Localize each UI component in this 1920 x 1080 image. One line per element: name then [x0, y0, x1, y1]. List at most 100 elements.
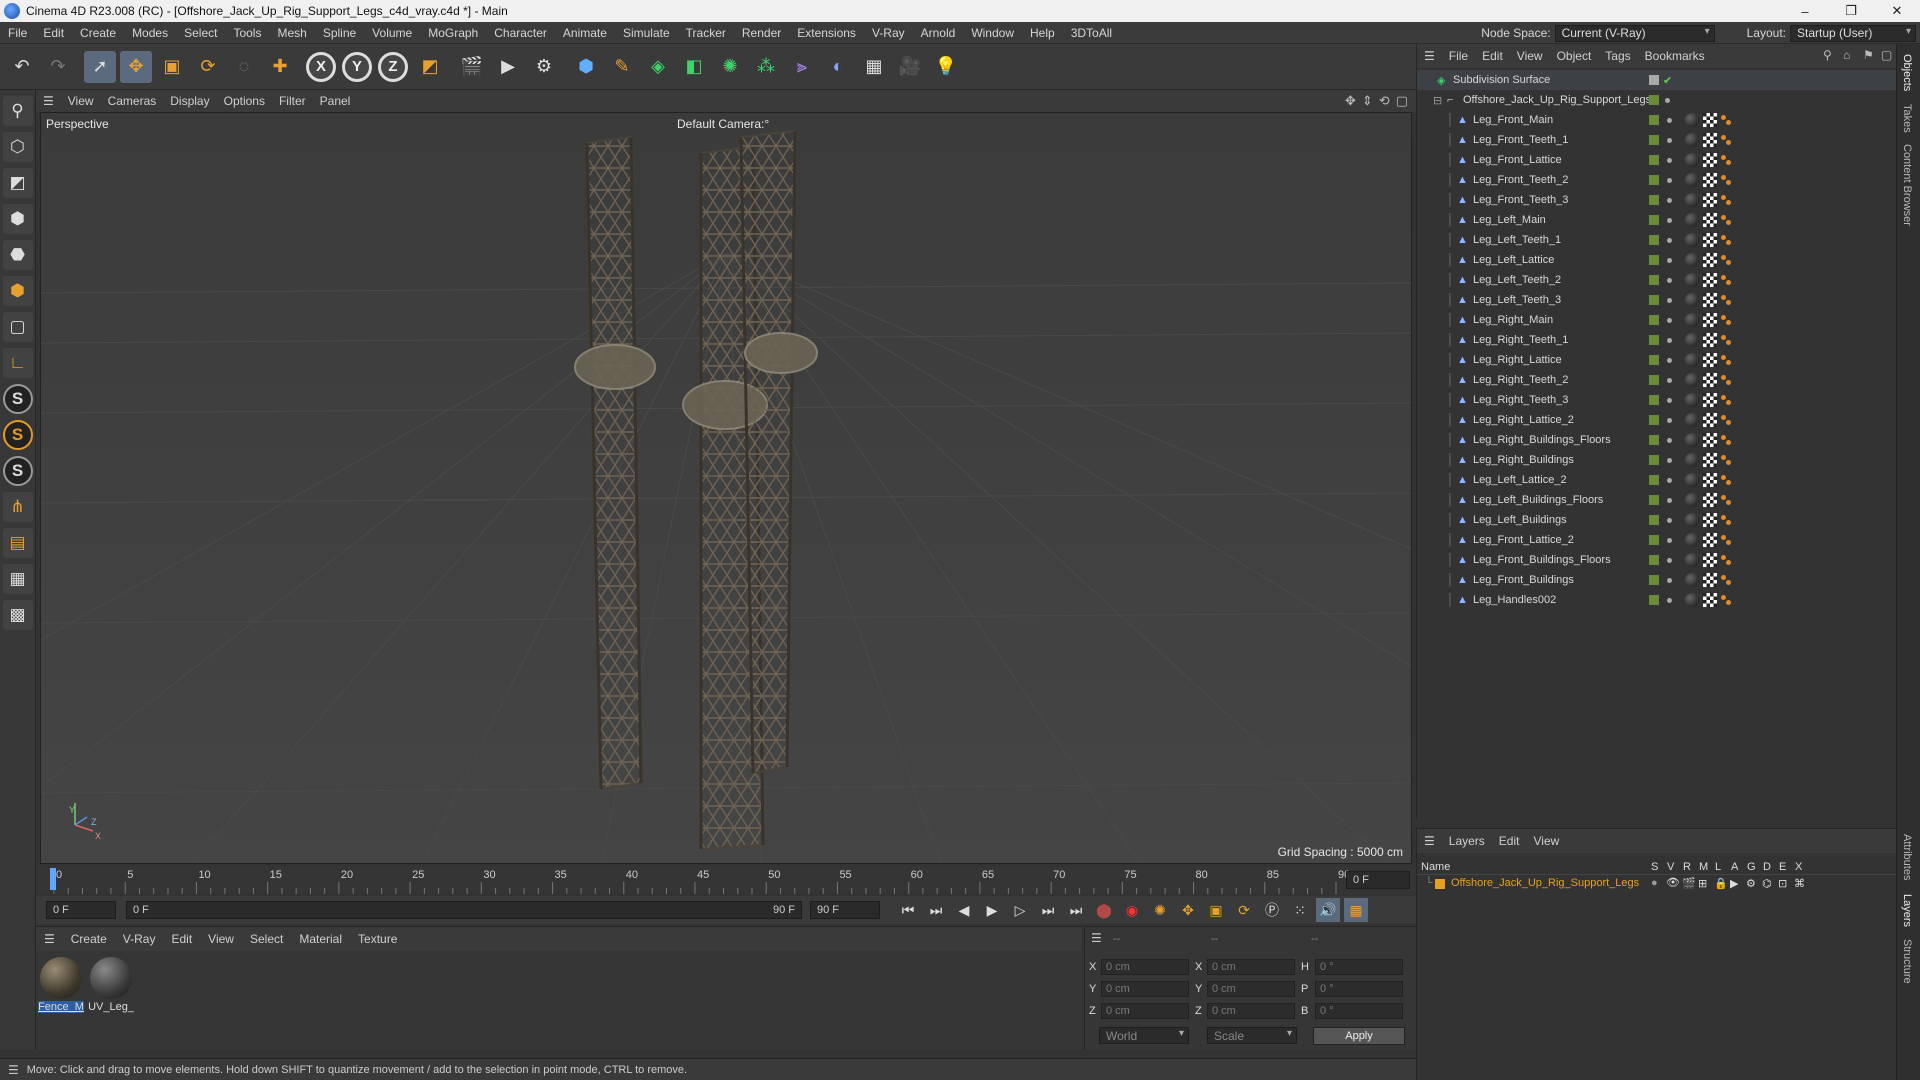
- vray-tag-icon[interactable]: [1721, 555, 1731, 565]
- rotate-tool-icon[interactable]: ⟳: [192, 51, 224, 83]
- workplane-icon[interactable]: ▤: [2, 528, 33, 558]
- menu-spline[interactable]: Spline: [315, 26, 364, 40]
- tab-content-browser[interactable]: Content Browser: [1901, 144, 1913, 226]
- menu-3dtoall[interactable]: 3DToAll: [1063, 26, 1120, 40]
- go-to-next-key-icon[interactable]: ⏭: [1036, 898, 1060, 922]
- vray-tag-icon[interactable]: [1721, 155, 1731, 165]
- vray-tag-icon[interactable]: [1721, 595, 1731, 605]
- layout-dropdown[interactable]: Startup (User): [1790, 24, 1916, 42]
- vray-tag-icon[interactable]: [1721, 215, 1731, 225]
- menu-volume[interactable]: Volume: [364, 26, 420, 40]
- vray-tag-icon[interactable]: [1721, 455, 1731, 465]
- uvw-tag-icon[interactable]: [1703, 553, 1717, 567]
- viewport-hamburger-icon[interactable]: ☰: [36, 94, 61, 108]
- start-frame-field[interactable]: 0 F: [46, 901, 116, 919]
- layer-solo-icon[interactable]: ●: [1651, 877, 1658, 889]
- material-tag-icon[interactable]: [1685, 493, 1699, 507]
- material-tag-icon[interactable]: [1685, 593, 1699, 607]
- render-region-icon[interactable]: 🎬: [456, 51, 488, 83]
- objects-home-icon[interactable]: ⌂: [1843, 48, 1850, 62]
- floor-icon[interactable]: ▦: [858, 51, 890, 83]
- material-tag-icon[interactable]: [1685, 553, 1699, 567]
- material-swatch[interactable]: UV_Leg_: [88, 957, 134, 1019]
- rotation-p-field[interactable]: 0 °: [1315, 981, 1403, 997]
- key-position-icon[interactable]: ✥: [1176, 898, 1200, 922]
- menu-tools[interactable]: Tools: [225, 26, 269, 40]
- vray-tag-icon[interactable]: [1721, 395, 1731, 405]
- vray-tag-icon[interactable]: [1721, 295, 1731, 305]
- object-row[interactable]: │ ▲ Leg_Right_Buildings_Floors: [1417, 430, 1897, 450]
- vray-tag-icon[interactable]: [1721, 355, 1731, 365]
- objects-search-icon[interactable]: ⚲: [1823, 48, 1832, 62]
- orbit-view-icon[interactable]: ⟲: [1379, 93, 1390, 109]
- cloner-icon[interactable]: ⁂: [750, 51, 782, 83]
- deformer-icon[interactable]: ⫸: [786, 51, 818, 83]
- model-mode-icon[interactable]: ⬡: [2, 132, 33, 162]
- visibility-dots[interactable]: [1667, 257, 1672, 263]
- visibility-dots[interactable]: [1667, 357, 1672, 363]
- material-tag-icon[interactable]: [1685, 513, 1699, 527]
- go-to-end-icon[interactable]: ⏭: [1064, 898, 1088, 922]
- visibility-dots[interactable]: [1667, 337, 1672, 343]
- menu-character[interactable]: Character: [486, 26, 555, 40]
- motion-clip-icon[interactable]: 🔊: [1316, 898, 1340, 922]
- scale-tool-icon[interactable]: ▣: [156, 51, 188, 83]
- snap-icon[interactable]: S: [2, 384, 33, 414]
- preview-range-slider[interactable]: 0 F 90 F: [126, 901, 802, 919]
- vray-tag-icon[interactable]: [1721, 255, 1731, 265]
- menu-extensions[interactable]: Extensions: [789, 26, 864, 40]
- vray-tag-icon[interactable]: [1721, 535, 1731, 545]
- record-keys-icon[interactable]: ⬤: [1092, 898, 1116, 922]
- key-scale-icon[interactable]: ▣: [1204, 898, 1228, 922]
- planar-workplane-icon[interactable]: ▩: [2, 600, 33, 630]
- size-x-field[interactable]: 0 cm: [1207, 959, 1295, 975]
- coordinate-mode-dropdown[interactable]: World: [1099, 1027, 1189, 1044]
- axis-mode-icon[interactable]: ∟: [2, 348, 33, 378]
- object-row[interactable]: │ ▲ Leg_Left_Teeth_1: [1417, 230, 1897, 250]
- object-row[interactable]: │ ▲ Leg_Left_Lattice: [1417, 250, 1897, 270]
- objects-menu-file[interactable]: File: [1442, 49, 1475, 63]
- coords-hamburger-icon[interactable]: ☰: [1091, 931, 1102, 945]
- layer-name[interactable]: Offshore_Jack_Up_Rig_Support_Legs: [1451, 877, 1639, 889]
- object-row-root[interactable]: ◈ Subdivision Surface ✔: [1417, 70, 1897, 90]
- menu-render[interactable]: Render: [734, 26, 789, 40]
- layer-deformers-icon[interactable]: ⌬: [1762, 877, 1772, 890]
- visibility-dots[interactable]: [1667, 197, 1672, 203]
- material-menu-vray[interactable]: V-Ray: [115, 932, 164, 946]
- toggle-view-icon[interactable]: ▢: [1396, 93, 1408, 109]
- material-hamburger-icon[interactable]: ☰: [36, 932, 63, 946]
- axis-x-lock-icon[interactable]: X: [306, 51, 336, 82]
- uvw-tag-icon[interactable]: [1703, 173, 1717, 187]
- last-tool-icon[interactable]: ✚: [264, 51, 296, 83]
- go-to-previous-key-icon[interactable]: ⏭: [924, 898, 948, 922]
- position-y-field[interactable]: 0 cm: [1101, 981, 1189, 997]
- play-icon[interactable]: ▶: [980, 898, 1004, 922]
- maximize-button[interactable]: ❐: [1828, 0, 1874, 22]
- object-row[interactable]: │ ▲ Leg_Front_Teeth_3: [1417, 190, 1897, 210]
- material-tag-icon[interactable]: [1685, 533, 1699, 547]
- material-tag-icon[interactable]: [1685, 393, 1699, 407]
- visibility-dots[interactable]: [1667, 177, 1672, 183]
- layers-menu-edit[interactable]: Edit: [1492, 834, 1527, 848]
- object-row[interactable]: │ ▲ Leg_Front_Teeth_1: [1417, 130, 1897, 150]
- uvw-tag-icon[interactable]: [1703, 453, 1717, 467]
- uvw-tag-icon[interactable]: [1703, 213, 1717, 227]
- undo-icon[interactable]: ↶: [6, 51, 38, 83]
- objects-menu-tags[interactable]: Tags: [1598, 49, 1637, 63]
- viewport-menu-panel[interactable]: Panel: [313, 94, 358, 108]
- redo-icon[interactable]: ↷: [42, 51, 74, 83]
- keyframe-selection-icon[interactable]: ✺: [1148, 898, 1172, 922]
- select-cursor-icon[interactable]: ➚: [84, 50, 116, 83]
- live-selection-icon[interactable]: ◌: [228, 51, 260, 83]
- go-to-start-icon[interactable]: ⏮: [896, 898, 920, 922]
- close-button[interactable]: ✕: [1874, 0, 1920, 22]
- enabled-check-icon[interactable]: ✔: [1663, 74, 1672, 87]
- polygons-mode-icon[interactable]: ⬢: [2, 276, 33, 306]
- material-tag-icon[interactable]: [1685, 373, 1699, 387]
- material-tag-icon[interactable]: [1685, 113, 1699, 127]
- visibility-dots[interactable]: [1667, 417, 1672, 423]
- viewport-menu-filter[interactable]: Filter: [272, 94, 313, 108]
- vray-tag-icon[interactable]: [1721, 315, 1731, 325]
- render-settings-icon[interactable]: ⚙: [528, 51, 560, 83]
- visibility-dots[interactable]: [1667, 157, 1672, 163]
